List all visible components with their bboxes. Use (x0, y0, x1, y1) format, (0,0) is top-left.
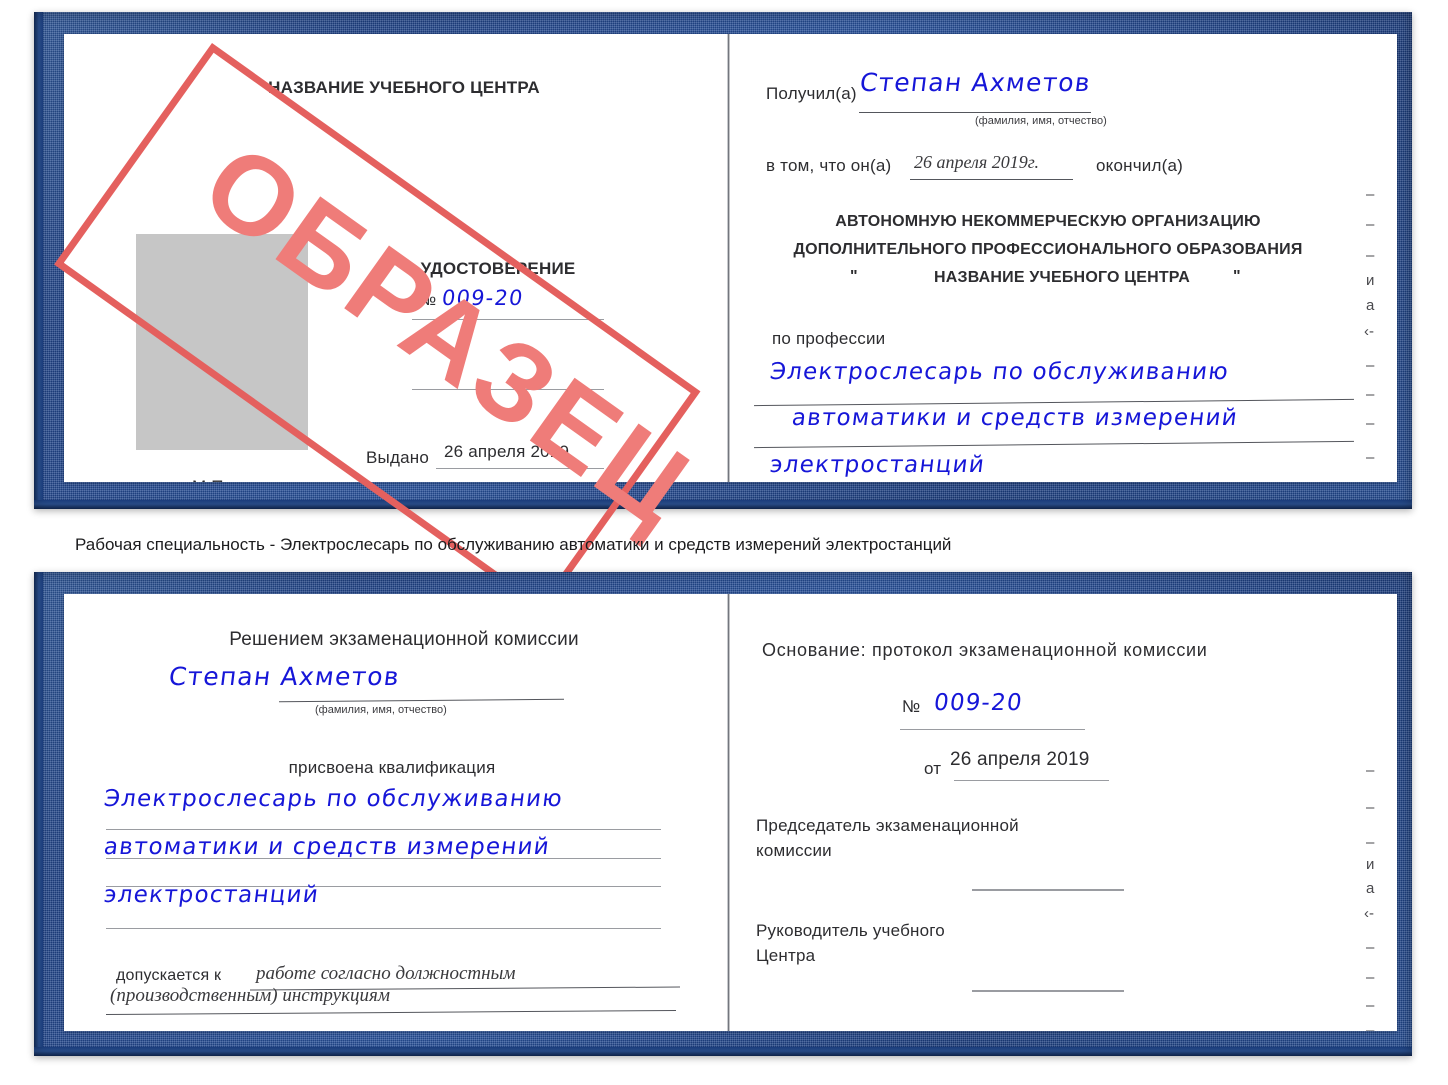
profession-label: по профессии (772, 329, 886, 348)
received-rule (859, 112, 1091, 113)
pages-bottom: Решением экзаменационной комиссии Степан… (64, 594, 1397, 1031)
certificate-bottom: Решением экзаменационной комиссии Степан… (34, 572, 1412, 1056)
name-hint-bottom: (фамилия, имя, отчество) (315, 704, 447, 716)
certificate-top: НАЗВАНИЕ УЧЕБНОГО ЦЕНТРА УДОСТОВЕРЕНИЕ №… (34, 12, 1412, 509)
cover-bevel-bottom-2 (34, 1047, 1412, 1056)
issued-label: Выдано (366, 448, 429, 467)
qualification-line2: автоматики и средств измерений (102, 834, 552, 860)
edge-bleed-b8: – (1366, 969, 1375, 986)
basis-label: Основание: протокол экзаменационной коми… (762, 640, 1208, 660)
seal-label: М.П. (192, 477, 229, 482)
spine-top (727, 34, 730, 482)
page-top-right: Получил(а) Степан Ахметов (фамилия, имя,… (732, 34, 1397, 482)
protocol-date-rule (954, 780, 1109, 781)
page-bottom-left: Решением экзаменационной комиссии Степан… (64, 594, 700, 1031)
org-title-left: НАЗВАНИЕ УЧЕБНОГО ЦЕНТРА (268, 78, 540, 97)
admitted-value-line1: работе согласно должностным (256, 963, 516, 984)
completion-date: 26 апреля 2019г. (914, 152, 1040, 172)
caption-text: Рабочая специальность - Электрослесарь п… (75, 535, 952, 554)
edge-bleed-2: – (1366, 216, 1375, 233)
decision-name: Степан Ахметов (167, 662, 402, 691)
edge-bleed-b2: – (1366, 799, 1375, 816)
protocol-date-value: 26 апреля 2019 (950, 749, 1090, 770)
received-value: Степан Ахметов (858, 68, 1093, 97)
spine-bottom (727, 594, 730, 1031)
protocol-number-rule (900, 729, 1085, 730)
qualification-label: присвоена квалификация (288, 758, 496, 777)
edge-bleed-10: – (1366, 449, 1375, 466)
org-line3: НАЗВАНИЕ УЧЕБНОГО ЦЕНТРА (933, 269, 1191, 286)
page-top-left: НАЗВАНИЕ УЧЕБНОГО ЦЕНТРА УДОСТОВЕРЕНИЕ №… (64, 34, 700, 482)
edge-bleed-b5: а (1366, 880, 1375, 897)
edge-bleed-b7: – (1366, 939, 1375, 956)
blank-rule-left (412, 389, 604, 390)
completion-date-rule (910, 179, 1073, 180)
doc-title: УДОСТОВЕРЕНИЕ (420, 259, 576, 278)
edge-bleed-b4: и (1366, 856, 1375, 873)
page-bottom-right: Основание: протокол экзаменационной коми… (732, 594, 1397, 1031)
issued-value: 26 апреля 2019 (444, 442, 570, 461)
issued-rule (436, 468, 604, 469)
decision-name-rule (279, 698, 564, 703)
edge-bleed-b1: – (1366, 762, 1375, 779)
director-signature-rule (972, 990, 1124, 992)
profession-line2: автоматики и средств измерений (790, 405, 1240, 431)
edge-bleed-9: – (1366, 415, 1375, 432)
edge-bleed-3: – (1366, 247, 1375, 264)
org-quote-open: " (850, 268, 858, 285)
edge-bleed-b9: – (1366, 997, 1375, 1014)
profession-rule2 (754, 440, 1354, 449)
pages-top: НАЗВАНИЕ УЧЕБНОГО ЦЕНТРА УДОСТОВЕРЕНИЕ №… (64, 34, 1397, 482)
cover-bevel-left-2 (34, 572, 43, 1056)
profession-line3: электростанций (768, 452, 987, 478)
org-quote-close: " (1233, 268, 1241, 285)
number-label-left: № (419, 292, 437, 309)
director-line1: Руководитель учебного (756, 921, 945, 940)
protocol-number-label: № (902, 697, 921, 716)
chairman-line2: комиссии (756, 841, 832, 860)
chairman-signature-rule (972, 889, 1124, 891)
director-line2: Центра (756, 946, 816, 965)
admitted-value-line2: (производственным) инструкциям (110, 985, 390, 1006)
in-that-label: в том, что он(а) (766, 156, 892, 175)
number-value-left: 009-20 (440, 286, 526, 310)
cover-bevel-left (34, 12, 43, 509)
photo-placeholder (136, 234, 308, 450)
cover-bevel-bottom (34, 500, 1412, 509)
edge-bleed-b6: ‹- (1364, 905, 1374, 922)
org-line2: ДОПОЛНИТЕЛЬНОГО ПРОФЕССИОНАЛЬНОГО ОБРАЗО… (793, 241, 1303, 258)
edge-bleed-4: и (1366, 272, 1375, 289)
qualification-line1: Электрослесарь по обслуживанию (102, 786, 565, 812)
edge-bleed-7: – (1366, 357, 1375, 374)
chairman-line1: Председатель экзаменационной (756, 816, 1019, 835)
admitted-rule2 (106, 1010, 676, 1015)
org-line1: АВТОНОМНУЮ НЕКОММЕРЧЕСКУЮ ОРГАНИЗАЦИЮ (835, 213, 1261, 230)
profession-line1: Электрослесарь по обслуживанию (768, 359, 1231, 385)
edge-bleed-b3: – (1366, 834, 1375, 851)
received-label: Получил(а) (766, 84, 857, 103)
admitted-label: допускается к (116, 967, 222, 984)
protocol-number-value: 009-20 (932, 690, 1025, 716)
edge-bleed-8: – (1366, 386, 1375, 403)
edge-bleed-b10: – (1366, 1022, 1375, 1031)
edge-bleed-5: а (1366, 297, 1375, 314)
edge-bleed-1: – (1366, 186, 1375, 203)
screenshot-root: НАЗВАНИЕ УЧЕБНОГО ЦЕНТРА УДОСТОВЕРЕНИЕ №… (0, 0, 1448, 1085)
qualification-rule1 (106, 829, 661, 830)
finished-label: окончил(а) (1096, 156, 1183, 175)
qualification-line3: электростанций (102, 882, 321, 908)
decision-label: Решением экзаменационной комиссии (229, 629, 579, 650)
number-rule-left (412, 319, 604, 320)
qualification-rule3 (106, 928, 661, 929)
protocol-date-label: от (924, 759, 942, 778)
edge-bleed-6: ‹- (1364, 323, 1374, 340)
name-hint-top: (фамилия, имя, отчество) (975, 115, 1107, 127)
